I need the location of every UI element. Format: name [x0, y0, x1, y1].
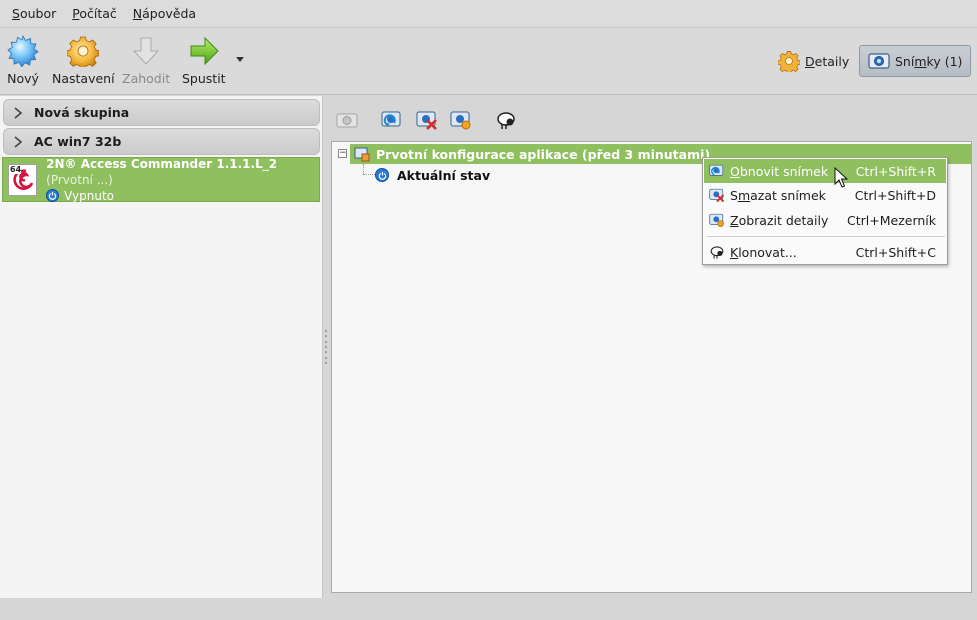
- snapshot-details-icon: [709, 212, 725, 228]
- snapshot-toolbar: [330, 100, 970, 138]
- menu-item-show-details[interactable]: Zobrazit detaily Ctrl+Mezerník: [704, 208, 946, 232]
- clone-button[interactable]: [494, 108, 518, 132]
- settings-button[interactable]: Nastavení: [52, 34, 115, 86]
- chevron-right-icon[interactable]: [6, 101, 30, 125]
- discard-button[interactable]: Zahodit: [122, 34, 170, 86]
- vm-name: 2N® Access Commander 1.1.1.L_2: [46, 156, 278, 171]
- menu-file[interactable]: Soubor: [12, 6, 56, 21]
- restore-snapshot-icon: [381, 111, 401, 127]
- sheep-clone-icon: [497, 112, 515, 129]
- snapshot-icon: [354, 146, 370, 162]
- vm-state: Vypnuto: [64, 188, 115, 203]
- start-dropdown-arrow[interactable]: [236, 57, 244, 62]
- restore-snapshot-icon: [709, 163, 725, 179]
- new-button-label: Nový: [7, 71, 39, 86]
- vm-current-snapshot: (Prvotní ...): [46, 172, 113, 187]
- new-button[interactable]: Nový: [6, 34, 40, 86]
- chevron-right-icon[interactable]: [6, 130, 30, 154]
- camera-icon: [868, 50, 890, 72]
- shortcut-label: Ctrl+Shift+D: [854, 187, 936, 203]
- vm-group-label: Nová skupina: [34, 105, 130, 120]
- take-snapshot-button[interactable]: [335, 108, 359, 132]
- vm-list-panel: Nová skupina AC win7 32b 64 2N® Access C…: [0, 96, 323, 598]
- details-button[interactable]: Detaily: [770, 45, 857, 77]
- menu-item-delete-snapshot[interactable]: Smazat snímek Ctrl+Shift+D: [704, 183, 946, 207]
- status-bar: [0, 598, 977, 620]
- gear-icon: [778, 50, 800, 72]
- menu-help[interactable]: Nápověda: [133, 6, 196, 21]
- debian-os-icon: 64: [8, 163, 38, 196]
- new-vm-icon: [6, 34, 40, 68]
- settings-button-label: Nastavení: [52, 71, 115, 86]
- delete-snapshot-icon: [709, 187, 725, 203]
- arrow-down-icon: [129, 34, 163, 68]
- collapse-icon[interactable]: −: [338, 149, 347, 158]
- discard-button-label: Zahodit: [122, 71, 171, 86]
- menu-item-clone[interactable]: Klonovat... Ctrl+Shift+C: [704, 240, 946, 264]
- vm-group-ac-win7[interactable]: AC win7 32b: [3, 128, 320, 155]
- mouse-pointer-icon: [834, 167, 848, 188]
- delete-snapshot-button[interactable]: [415, 108, 439, 132]
- snapshots-button-label: Snímky (1): [895, 53, 963, 69]
- current-state-label: Aktuální stav: [397, 167, 491, 183]
- menubar: Soubor Počítač Nápověda: [0, 0, 977, 27]
- snapshots-button[interactable]: Snímky (1): [859, 45, 972, 77]
- menu-separator: [707, 236, 945, 237]
- menu-item-restore-snapshot[interactable]: Obnovit snímek Ctrl+Shift+R: [704, 159, 946, 183]
- shortcut-label: Ctrl+Shift+R: [855, 163, 936, 179]
- vm-group-nova-skupina[interactable]: Nová skupina: [3, 99, 320, 126]
- shortcut-label: Ctrl+Mezerník: [847, 212, 936, 228]
- start-button-label: Spustit: [182, 71, 226, 86]
- shortcut-label: Ctrl+Shift+C: [855, 244, 936, 260]
- snapshot-context-menu: Obnovit snímek Ctrl+Shift+R Smazat sníme…: [702, 157, 948, 265]
- arrow-right-icon: [187, 34, 221, 68]
- snapshot-label: Prvotní konfigurace aplikace (před 3 min…: [376, 146, 711, 162]
- power-off-icon: [375, 168, 389, 182]
- restore-snapshot-button[interactable]: [380, 108, 404, 132]
- sheep-clone-icon: [709, 244, 725, 260]
- vm-group-label: AC win7 32b: [34, 134, 122, 149]
- details-button-label: Detaily: [805, 53, 850, 69]
- power-off-icon: [46, 189, 60, 202]
- camera-icon: [336, 113, 358, 128]
- gear-icon: [66, 34, 100, 68]
- start-button[interactable]: Spustit: [182, 34, 226, 86]
- main-toolbar: Nový Nastavení Zahodit Spustit Detaily S…: [0, 27, 977, 95]
- menu-machine[interactable]: Počítač: [72, 6, 117, 21]
- os-64bit-badge: 64: [10, 164, 22, 174]
- delete-snapshot-icon: [416, 111, 437, 130]
- panel-splitter[interactable]: [324, 330, 328, 364]
- vm-item-access-commander[interactable]: 64 2N® Access Commander 1.1.1.L_2 (Prvot…: [2, 156, 320, 203]
- snapshot-details-icon: [450, 111, 471, 130]
- current-state-item[interactable]: Aktuální stav: [375, 166, 490, 184]
- show-details-button[interactable]: [449, 108, 473, 132]
